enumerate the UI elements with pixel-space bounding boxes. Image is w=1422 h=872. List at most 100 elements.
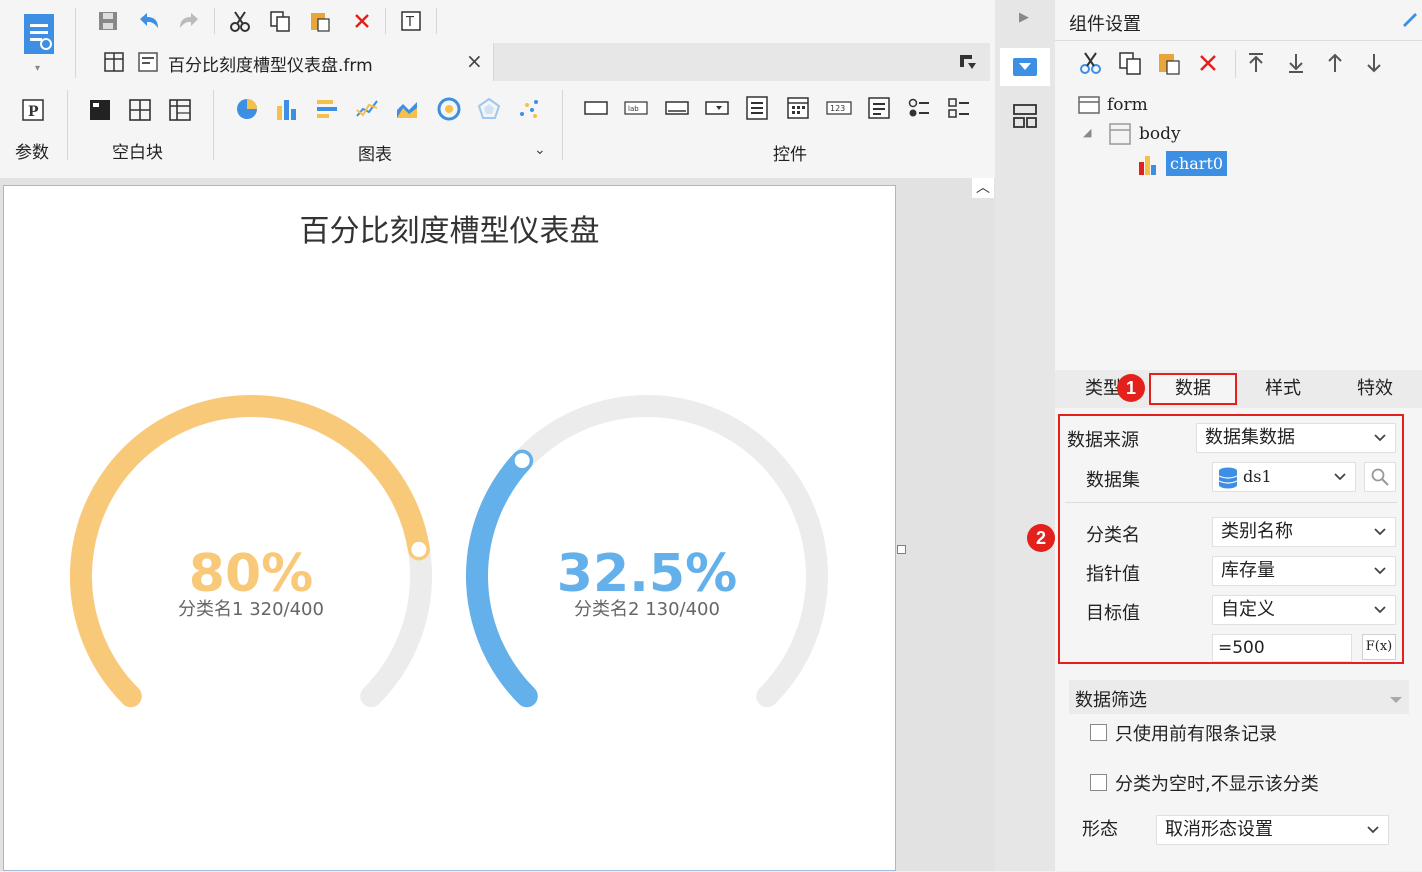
search-dataset-button[interactable] (1364, 462, 1396, 492)
paste-icon[interactable] (306, 7, 334, 35)
chevron-down-icon[interactable]: ⌄ (534, 142, 546, 158)
target-formula-input[interactable]: =500 (1212, 634, 1352, 662)
gauge-chart-icon[interactable] (436, 96, 462, 126)
file-tab[interactable]: 百分比刻度槽型仪表盘.frm × (93, 43, 494, 81)
group-label-chart: 图表 (358, 145, 392, 165)
gauge-pointer-knob (511, 450, 533, 472)
group-label-param: 参数 (15, 143, 49, 163)
list-widget-icon[interactable] (744, 95, 770, 125)
resize-handle[interactable] (897, 545, 906, 554)
data-source-label: 数据来源 (1067, 430, 1139, 451)
text-field-widget-icon[interactable] (583, 97, 609, 123)
copy-icon[interactable] (1118, 51, 1142, 79)
tree-node-form[interactable]: form (1107, 95, 1148, 115)
text-format-icon[interactable]: T (398, 7, 426, 35)
copy-icon[interactable] (266, 7, 294, 35)
chart-widget[interactable]: 百分比刻度槽型仪表盘 80% 分类名1 320/400 32.5% 分类名2 130/… (3, 185, 906, 871)
tree-node-chart-selected[interactable]: chart0 (1166, 151, 1228, 176)
parameter-icon[interactable]: P (21, 98, 45, 126)
limit-records-checkbox[interactable] (1090, 724, 1107, 741)
textarea-widget-icon[interactable] (866, 95, 892, 125)
chevron-down-icon[interactable] (1365, 557, 1395, 585)
hide-empty-category-checkbox[interactable] (1090, 774, 1107, 791)
bar-chart-icon[interactable] (274, 96, 300, 126)
chevron-down-icon[interactable] (1325, 463, 1355, 491)
form-state-value: 取消形态设置 (1165, 819, 1273, 840)
tab-data[interactable]: 数据 (1149, 373, 1237, 405)
svg-text:P: P (28, 104, 39, 120)
layout-toggle-icon[interactable] (958, 53, 978, 75)
move-up-icon[interactable] (1325, 52, 1345, 78)
gauge-detail-label: 分类名1 320/400 (178, 599, 324, 620)
target-select[interactable]: 自定义 (1212, 595, 1396, 625)
svg-text:lab: lab (628, 105, 639, 113)
chevron-down-icon[interactable] (1365, 424, 1395, 452)
data-filter-header[interactable]: 数据筛选 (1069, 680, 1409, 714)
move-top-icon[interactable] (1246, 52, 1266, 78)
delete-icon[interactable] (348, 7, 376, 35)
panel-switcher: ▶ (995, 0, 1055, 871)
pie-chart-icon[interactable] (234, 96, 260, 126)
gauge-percent-label: 32.5% (557, 544, 737, 604)
vertical-scrollbar[interactable]: ︿ (970, 178, 995, 871)
label-widget-icon[interactable]: lab (623, 97, 649, 123)
number-widget-icon[interactable]: 123 (825, 97, 853, 123)
delete-icon[interactable] (1198, 53, 1218, 77)
file-tab-title: 百分比刻度槽型仪表盘.frm (168, 56, 373, 76)
move-down-icon[interactable] (1364, 52, 1384, 78)
tab-style[interactable]: 样式 (1239, 373, 1327, 405)
tree-node-body[interactable]: body (1139, 124, 1181, 144)
button-widget-icon[interactable] (664, 97, 690, 123)
scroll-up-icon[interactable]: ︿ (972, 178, 994, 198)
step-badge-1: 1 (1117, 374, 1145, 402)
close-tab-icon[interactable]: × (466, 49, 483, 73)
svg-text:123: 123 (830, 104, 845, 113)
category-select[interactable]: 类别名称 (1212, 517, 1396, 547)
move-bottom-icon[interactable] (1286, 52, 1306, 78)
collapse-triangle-icon[interactable] (1389, 690, 1403, 709)
tree-expand-icon[interactable]: ◢ (1083, 126, 1091, 139)
scatter-chart-icon[interactable] (516, 96, 542, 126)
radio-group-widget-icon[interactable] (906, 95, 932, 125)
pointer-label: 指针值 (1086, 564, 1140, 585)
data-source-value: 数据集数据 (1205, 427, 1295, 448)
form-state-select[interactable]: 取消形态设置 (1156, 815, 1389, 845)
save-icon[interactable] (94, 7, 122, 35)
dataset-select[interactable]: ds1 (1212, 462, 1356, 492)
data-source-select[interactable]: 数据集数据 (1196, 423, 1396, 453)
search-icon (1371, 468, 1389, 486)
undo-icon[interactable] (135, 7, 163, 35)
layout-panel-icon[interactable] (1011, 102, 1039, 134)
horizontal-bar-icon[interactable] (314, 96, 340, 126)
svg-text:T: T (405, 15, 414, 30)
checkbox-group-widget-icon[interactable] (946, 95, 972, 125)
radar-chart-icon[interactable] (476, 96, 502, 126)
chevron-down-icon[interactable] (1358, 816, 1388, 844)
template-icon[interactable] (22, 12, 58, 58)
component-settings-toggle[interactable] (1000, 48, 1050, 86)
redo-icon[interactable] (175, 7, 203, 35)
chevron-down-icon[interactable] (1365, 596, 1395, 624)
table-block-icon[interactable] (168, 98, 192, 126)
paste-icon[interactable] (1157, 51, 1181, 79)
combo-widget-icon[interactable] (704, 97, 730, 123)
pointer-select[interactable]: 库存量 (1212, 556, 1396, 586)
formula-button[interactable]: F(x) (1362, 634, 1396, 660)
tab-effects[interactable]: 特效 (1329, 373, 1421, 405)
line-chart-icon[interactable] (354, 96, 380, 126)
target-value: 自定义 (1221, 599, 1275, 620)
cut-icon[interactable] (226, 7, 254, 35)
cut-icon[interactable] (1079, 51, 1103, 79)
hide-empty-category-label: 分类为空时,不显示该分类 (1115, 774, 1319, 795)
pin-icon[interactable] (1400, 8, 1420, 32)
chevron-down-icon[interactable]: ▾ (35, 63, 40, 74)
group-label-blank: 空白块 (112, 143, 163, 163)
absolute-block-icon[interactable] (88, 98, 112, 126)
collapse-arrow-icon[interactable]: ▶ (1019, 10, 1029, 25)
area-chart-icon[interactable] (394, 96, 420, 126)
chevron-down-icon[interactable] (1365, 518, 1395, 546)
tab-block-icon[interactable] (128, 98, 152, 126)
form-state-label: 形态 (1082, 819, 1118, 840)
date-widget-icon[interactable] (785, 95, 811, 125)
dataset-label: 数据集 (1086, 470, 1140, 491)
